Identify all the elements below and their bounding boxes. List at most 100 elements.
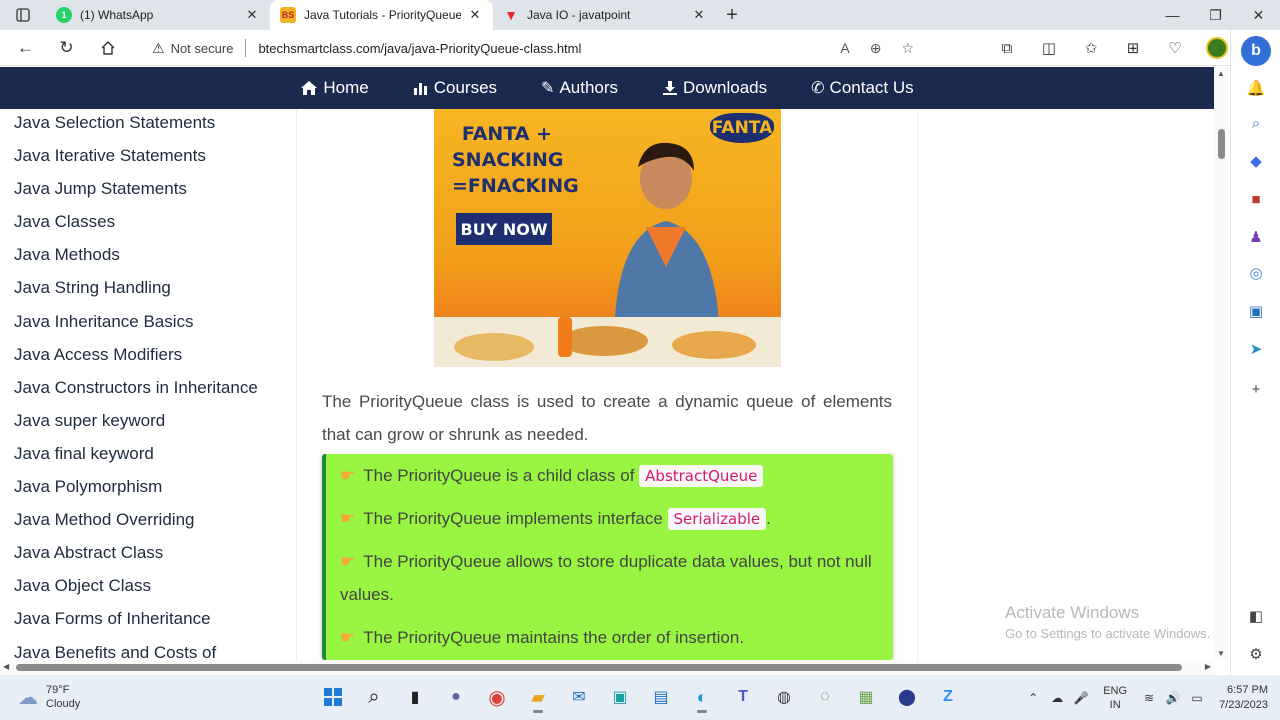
outlook-icon[interactable]: ▣: [1245, 300, 1267, 322]
store-app-2[interactable]: ▤: [646, 681, 676, 713]
bing-chat-icon[interactable]: b: [1241, 36, 1271, 66]
sidebar-item[interactable]: Java Selection Statements: [0, 113, 296, 146]
horizontal-scrollbar[interactable]: ◀ ▶: [0, 660, 1214, 675]
split-screen-icon[interactable]: ◫: [1028, 30, 1070, 66]
vertical-scroll-thumb[interactable]: [1218, 129, 1225, 159]
not-secure-label[interactable]: Not secure: [171, 41, 234, 56]
collections-icon[interactable]: ⊞: [1112, 30, 1154, 66]
vpn-app[interactable]: ⬤: [892, 681, 922, 713]
sidebar-item[interactable]: Java super keyword: [0, 411, 296, 444]
horizontal-scroll-thumb[interactable]: [16, 664, 1182, 671]
battery-icon[interactable]: ▭: [1185, 691, 1209, 705]
sidebar-item[interactable]: Java Abstract Class: [0, 543, 296, 576]
advertisement-banner[interactable]: FANTA + SNACKING =FNACKING BUY NOW FANTA: [434, 109, 781, 377]
edge-app[interactable]: ◐: [687, 681, 717, 713]
media-app[interactable]: ◍: [769, 681, 799, 713]
new-tab-button[interactable]: +: [717, 0, 747, 30]
sidebar-item[interactable]: Java Classes: [0, 212, 296, 245]
store-app-1[interactable]: ▣: [605, 681, 635, 713]
nav-authors[interactable]: ✎ Authors: [541, 78, 618, 98]
refresh-button[interactable]: ↻: [46, 30, 87, 66]
sidebar-item[interactable]: Java Polymorphism: [0, 477, 296, 510]
vertical-scrollbar[interactable]: ▲ ▼: [1214, 67, 1229, 660]
sidebar-item[interactable]: Java Forms of Inheritance: [0, 609, 296, 642]
feature-text: The PriorityQueue is a child class of: [363, 466, 635, 485]
show-hidden-icons-icon[interactable]: ⌃: [1021, 691, 1045, 705]
sidebar-item[interactable]: Java String Handling: [0, 278, 296, 311]
notification-bell-icon[interactable]: 🔔: [1245, 77, 1267, 99]
sidebar-item[interactable]: Java Object Class: [0, 576, 296, 609]
code-snippet: Serializable: [667, 508, 767, 530]
mail-app[interactable]: ✉: [564, 681, 594, 713]
onedrive-icon[interactable]: ☁: [1045, 691, 1069, 705]
file-explorer-app[interactable]: ▰: [523, 681, 553, 713]
address-bar[interactable]: ⚠ Not secure btechsmartclass.com/java/ja…: [140, 33, 934, 63]
scroll-down-icon[interactable]: ▼: [1217, 649, 1225, 658]
notepad-app[interactable]: ▦: [851, 681, 881, 713]
sidebar-item[interactable]: Java Method Overriding: [0, 510, 296, 543]
browser-essentials-icon[interactable]: ♡: [1154, 30, 1196, 66]
sidebar-item[interactable]: Java Constructors in Inheritance: [0, 378, 296, 411]
favorites-icon[interactable]: ✩: [1070, 30, 1112, 66]
sidebar-item[interactable]: Java Access Modifiers: [0, 345, 296, 378]
nav-courses[interactable]: Courses: [413, 78, 497, 98]
url-text[interactable]: btechsmartclass.com/java/java-PriorityQu…: [258, 41, 581, 56]
zoom-icon[interactable]: ⊕: [870, 40, 882, 57]
add-sidebar-app-icon[interactable]: +: [1245, 378, 1267, 400]
close-tab-icon[interactable]: ✕: [691, 7, 707, 23]
sidebar-settings-icon[interactable]: ⚙: [1245, 643, 1267, 665]
scroll-right-icon[interactable]: ▶: [1205, 662, 1211, 671]
zoom-app[interactable]: Z: [933, 681, 963, 713]
start-button[interactable]: [318, 681, 348, 713]
sidebar-item[interactable]: Java Iterative Statements: [0, 146, 296, 179]
profile-avatar[interactable]: [1206, 37, 1228, 59]
sidebar-item[interactable]: Java Inheritance Basics: [0, 312, 296, 345]
network-app[interactable]: ◌: [810, 681, 840, 713]
weather-widget[interactable]: ☁ 79°F Cloudy: [18, 683, 80, 711]
language-indicator[interactable]: ENG IN: [1103, 684, 1127, 712]
minimize-button[interactable]: —: [1151, 0, 1194, 30]
chat-app[interactable]: ●: [441, 681, 471, 713]
sidebar-item[interactable]: Java Jump Statements: [0, 179, 296, 212]
nav-contact[interactable]: ✆ Contact Us: [811, 78, 914, 98]
restore-button[interactable]: ❐: [1194, 0, 1237, 30]
ad-buy-now-button[interactable]: BUY NOW: [456, 213, 552, 245]
wifi-icon[interactable]: ≋: [1137, 691, 1161, 705]
tab-actions-button[interactable]: [0, 0, 46, 30]
sidebar-item[interactable]: Java Benefits and Costs of: [0, 643, 296, 661]
task-view[interactable]: ▮: [400, 681, 430, 713]
favorite-star-icon[interactable]: ☆: [901, 40, 914, 57]
close-tab-icon[interactable]: ✕: [244, 7, 260, 23]
sidebar-item[interactable]: Java Methods: [0, 245, 296, 278]
home-icon: [101, 40, 114, 55]
home-button[interactable]: [87, 30, 128, 66]
teams-app[interactable]: T: [728, 681, 758, 713]
clock[interactable]: 6:57 PM 7/23/2023: [1219, 683, 1268, 713]
shopping-tag-icon[interactable]: ◆: [1245, 150, 1267, 172]
refresh-icon: ↻: [59, 37, 74, 57]
taskbar-search[interactable]: ⌕: [359, 681, 389, 713]
sidebar-item[interactable]: Java final keyword: [0, 444, 296, 477]
extensions-icon[interactable]: ⧉: [986, 30, 1028, 66]
tools-icon[interactable]: ■: [1245, 188, 1267, 210]
volume-icon[interactable]: 🔊: [1161, 691, 1185, 705]
search-icon[interactable]: ⌕: [1245, 112, 1267, 134]
back-button[interactable]: ←: [5, 30, 46, 66]
tab-javatpoint[interactable]: ▼ Java IO - javatpoint ✕: [493, 0, 717, 30]
tab-whatsapp[interactable]: 1 (1) WhatsApp ✕: [46, 0, 270, 30]
scroll-up-icon[interactable]: ▲: [1217, 69, 1225, 78]
games-icon[interactable]: ♟: [1245, 226, 1267, 248]
close-tab-icon[interactable]: ✕: [467, 7, 483, 23]
scroll-left-icon[interactable]: ◀: [3, 662, 9, 671]
send-icon[interactable]: ➤: [1245, 338, 1267, 360]
close-window-button[interactable]: ✕: [1237, 0, 1280, 30]
nav-downloads[interactable]: Downloads: [662, 78, 767, 98]
hand-pointer-icon: ☛: [340, 628, 356, 647]
chrome-app[interactable]: ◉: [482, 681, 512, 713]
sidebar-layout-icon[interactable]: ◧: [1245, 605, 1267, 627]
nav-home[interactable]: Home: [300, 78, 369, 98]
tab-java-tutorials[interactable]: BS Java Tutorials - PriorityQueue Cl ✕: [270, 0, 493, 30]
microphone-icon[interactable]: 🎤: [1069, 691, 1093, 705]
read-aloud-icon[interactable]: A: [840, 40, 849, 56]
microsoft-365-icon[interactable]: ◎: [1245, 262, 1267, 284]
